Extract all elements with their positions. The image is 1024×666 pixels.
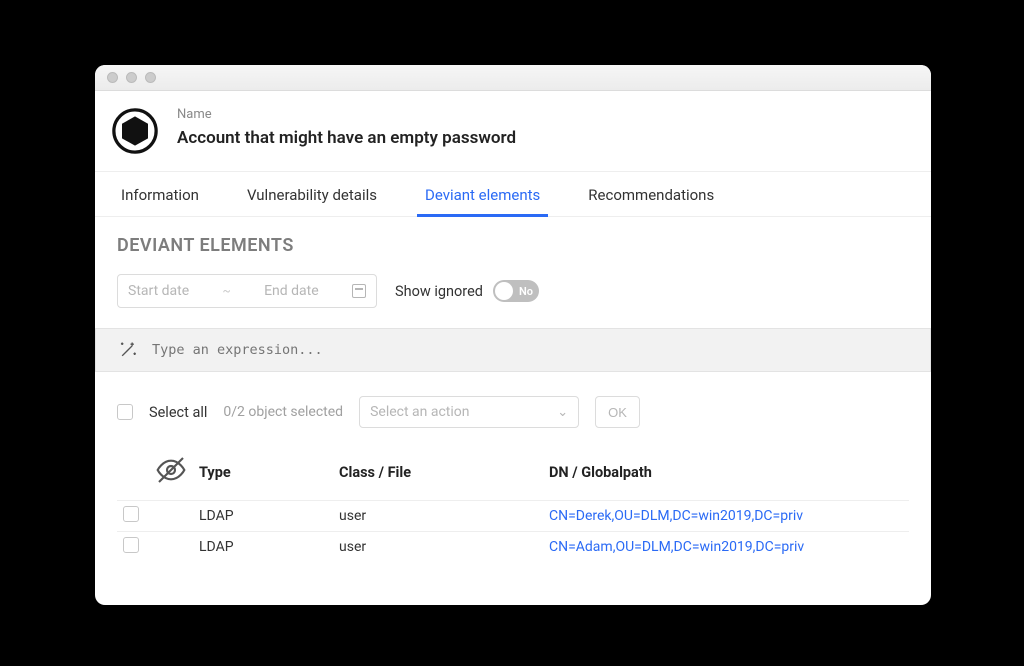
section-title: DEVIANT ELEMENTS — [117, 235, 909, 256]
show-ignored-label: Show ignored — [395, 283, 483, 300]
name-label: Name — [177, 107, 516, 122]
row-checkbox[interactable] — [123, 537, 139, 553]
bulk-action-placeholder: Select an action — [370, 404, 469, 420]
traffic-light-minimize[interactable] — [126, 72, 137, 83]
select-all-checkbox[interactable] — [117, 404, 133, 420]
col-class: Class / File — [333, 448, 543, 501]
dn-link[interactable]: CN=Derek,OU=DLM,DC=win2019,DC=priv — [549, 508, 803, 524]
col-dn: DN / Globalpath — [543, 448, 909, 501]
table-row: LDAP user CN=Derek,OU=DLM,DC=win2019,DC=… — [117, 501, 909, 532]
chevron-down-icon: ⌄ — [557, 405, 568, 420]
deviant-elements-table: Type Class / File DN / Globalpath LDAP u… — [117, 448, 909, 562]
dn-link[interactable]: CN=Adam,OU=DLM,DC=win2019,DC=priv — [549, 539, 804, 555]
expression-bar — [95, 328, 931, 372]
cell-type: LDAP — [193, 501, 333, 532]
bulk-action-ok-button[interactable]: OK — [595, 396, 640, 428]
page-header: Name Account that might have an empty pa… — [95, 91, 931, 172]
expression-input[interactable] — [150, 341, 908, 359]
entity-hexagon-icon — [109, 105, 161, 157]
end-date-placeholder: End date — [264, 283, 319, 299]
cell-class: user — [333, 532, 543, 563]
selection-count: 0/2 object selected — [223, 404, 343, 420]
start-date-placeholder: Start date — [128, 283, 189, 299]
col-type: Type — [193, 448, 333, 501]
magic-wand-icon[interactable] — [118, 340, 138, 360]
toggle-state-text: No — [519, 285, 533, 298]
cell-class: user — [333, 501, 543, 532]
tab-deviant-elements[interactable]: Deviant elements — [421, 172, 544, 216]
page-title: Account that might have an empty passwor… — [177, 128, 516, 148]
window-titlebar — [95, 65, 931, 91]
app-window: Name Account that might have an empty pa… — [95, 65, 931, 605]
tab-vulnerability-details[interactable]: Vulnerability details — [243, 172, 381, 216]
bulk-action-select[interactable]: Select an action ⌄ — [359, 396, 579, 428]
show-ignored-toggle[interactable]: No — [493, 280, 539, 302]
table-row: LDAP user CN=Adam,OU=DLM,DC=win2019,DC=p… — [117, 532, 909, 563]
filter-row: Start date ~ End date Show ignored No — [117, 274, 909, 308]
show-ignored-control: Show ignored No — [395, 280, 539, 302]
tab-recommendations[interactable]: Recommendations — [584, 172, 718, 216]
calendar-icon — [352, 284, 366, 298]
traffic-light-zoom[interactable] — [145, 72, 156, 83]
bulk-action-row: Select all 0/2 object selected Select an… — [117, 396, 909, 428]
tab-bar: Information Vulnerability details Devian… — [95, 172, 931, 217]
traffic-light-close[interactable] — [107, 72, 118, 83]
date-range-separator-icon: ~ — [223, 284, 231, 298]
date-range-picker[interactable]: Start date ~ End date — [117, 274, 377, 308]
select-all-label: Select all — [149, 404, 207, 421]
row-checkbox[interactable] — [123, 506, 139, 522]
cell-type: LDAP — [193, 532, 333, 563]
eye-off-icon — [155, 473, 187, 490]
tab-information[interactable]: Information — [117, 172, 203, 216]
